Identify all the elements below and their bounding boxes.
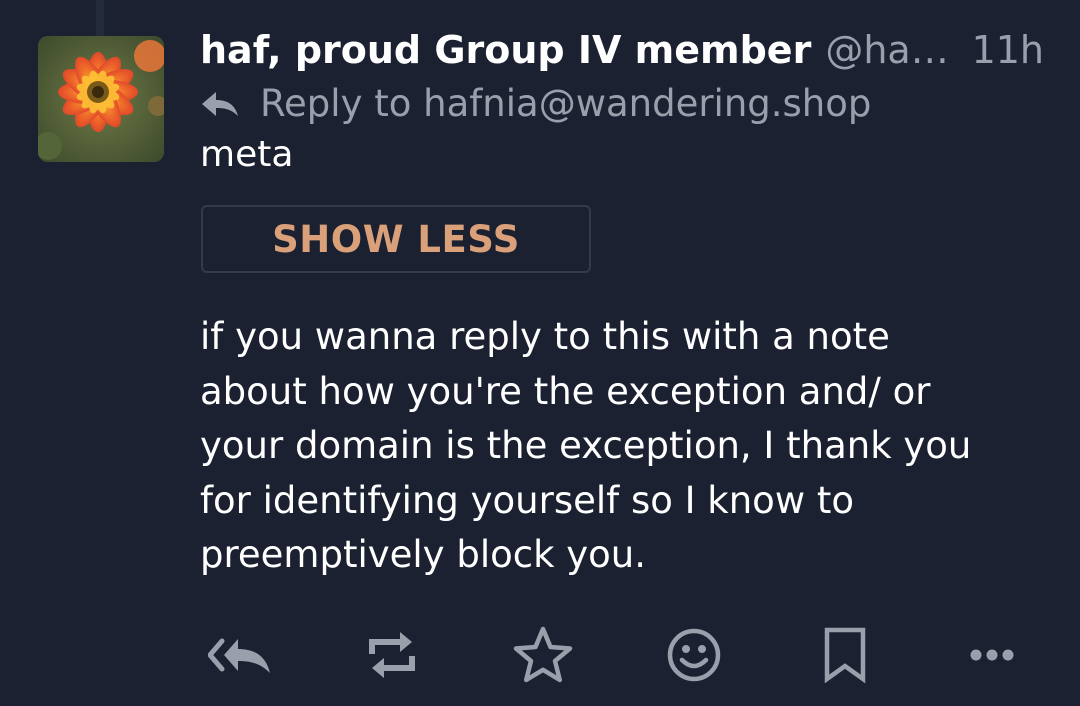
reply-all-icon [208, 638, 270, 673]
more-button[interactable] [952, 620, 1032, 690]
reply-to-indicator[interactable]: Reply to hafnia@wandering.shop [200, 80, 871, 128]
dahlia-flower-image [38, 36, 164, 162]
boost-button[interactable] [352, 620, 432, 690]
reply-icon [202, 92, 238, 116]
action-bar [200, 620, 1060, 690]
smiley-icon [667, 628, 721, 682]
post-header: haf, proud Group IV member @hafnia@wande… [200, 26, 1044, 74]
bookmark-button[interactable] [805, 620, 885, 690]
react-button[interactable] [654, 620, 734, 690]
content-warning: meta [200, 134, 294, 175]
thread-line [96, 0, 104, 36]
post-content: if you wanna reply to this with a note a… [200, 315, 972, 576]
repeat-icon [369, 632, 415, 678]
star-icon [513, 626, 573, 683]
avatar[interactable] [38, 36, 164, 162]
bookmark-icon [824, 627, 866, 684]
reply-all-button[interactable] [200, 620, 280, 690]
favourite-button[interactable] [503, 620, 583, 690]
reply-to-label: Reply to hafnia@wandering.shop [260, 82, 872, 125]
post-timestamp[interactable]: 11h [972, 26, 1044, 74]
show-less-button[interactable]: SHOW LESS [201, 205, 591, 273]
display-name[interactable]: haf, proud Group IV member [200, 26, 811, 74]
status-post: haf, proud Group IV member @hafnia@wande… [0, 0, 1080, 706]
account-handle[interactable]: @hafnia@wandering.shop [825, 26, 949, 74]
more-icon [970, 649, 1014, 661]
